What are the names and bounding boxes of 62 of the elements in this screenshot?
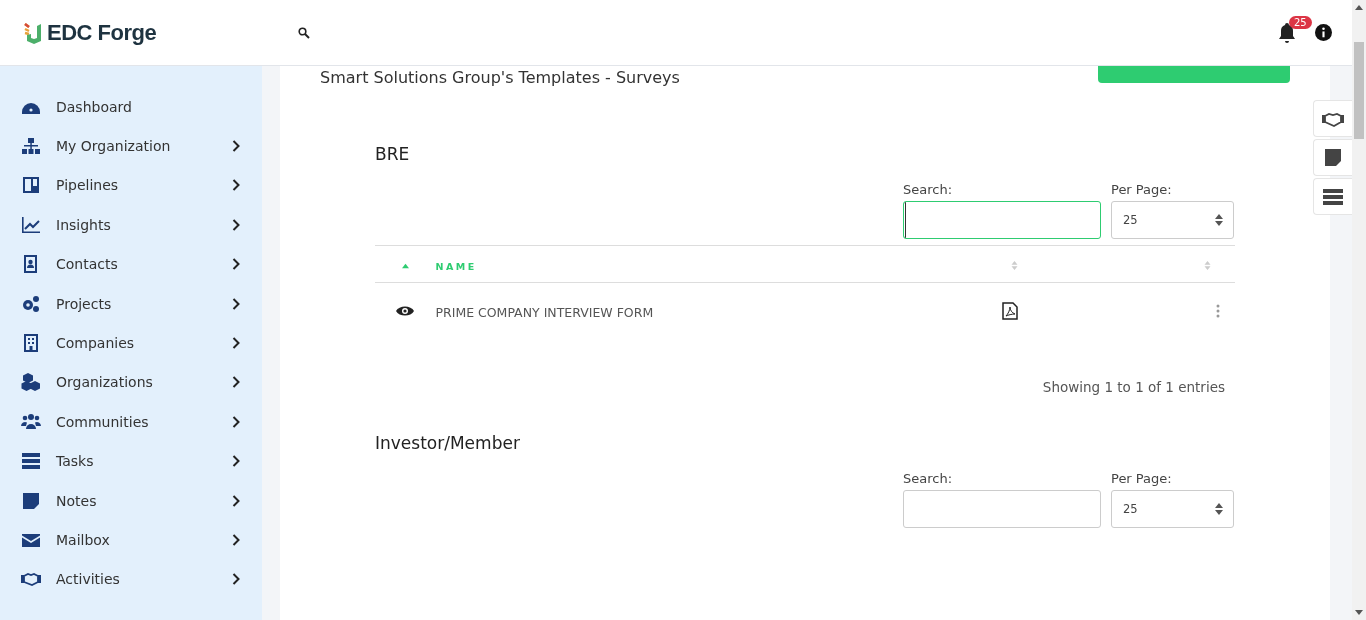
- sidebar-item[interactable]: Pipelines: [0, 165, 262, 206]
- sidebar-item[interactable]: Organizations: [0, 362, 262, 403]
- page-title: Smart Solutions Group's Templates - Surveys: [320, 68, 680, 87]
- handshake-icon[interactable]: [1313, 100, 1352, 137]
- template-name: PRIME COMPANY INTERVIEW FORM: [435, 282, 824, 341]
- search-label: Search:: [903, 182, 954, 197]
- sidebar-item[interactable]: My Organization: [0, 126, 262, 166]
- board-icon: [21, 175, 41, 196]
- note-icon: [21, 490, 41, 511]
- chevron-right-icon[interactable]: [232, 376, 240, 389]
- sidebar-item[interactable]: Projects: [0, 283, 262, 324]
- sidebar-item[interactable]: Contacts: [0, 244, 262, 284]
- more-options-icon[interactable]: [1216, 303, 1220, 318]
- scrollbar[interactable]: [1352, 0, 1366, 620]
- chevron-right-icon[interactable]: [232, 337, 240, 350]
- tasks-icon[interactable]: [1313, 178, 1352, 215]
- info-icon[interactable]: [1315, 24, 1332, 41]
- search-field[interactable]: [903, 490, 1101, 528]
- section-title: BRE: [375, 144, 411, 166]
- per-page-label: Per Page:: [1111, 182, 1173, 197]
- users-icon: [21, 411, 41, 432]
- sort-arrows-icon: [1215, 503, 1223, 515]
- per-page-label: Per Page:: [1111, 471, 1173, 486]
- search-field[interactable]: [903, 201, 1101, 239]
- sidebar-item[interactable]: Insights: [0, 205, 262, 245]
- chevron-right-icon[interactable]: [232, 415, 240, 428]
- chevron-right-icon[interactable]: [232, 455, 240, 468]
- search-icon[interactable]: [298, 26, 311, 39]
- per-page-select[interactable]: 25: [1111, 201, 1234, 239]
- scrollbar-thumb[interactable]: [1354, 42, 1364, 139]
- sort-arrows-icon: [1215, 214, 1223, 226]
- building-icon: [21, 333, 41, 354]
- chevron-right-icon[interactable]: [232, 534, 240, 546]
- chevron-right-icon[interactable]: [232, 573, 240, 586]
- notification-badge: 25: [1289, 15, 1312, 29]
- sitemap-icon: [21, 136, 41, 157]
- logo-icon: [24, 20, 44, 45]
- entries-info: Showing 1 to 1 of 1 entries: [1041, 379, 1226, 395]
- view-icon[interactable]: [396, 304, 415, 317]
- chevron-right-icon[interactable]: [232, 218, 240, 231]
- note-icon[interactable]: [1313, 139, 1352, 176]
- scroll-down-icon[interactable]: [1355, 610, 1363, 616]
- sidebar-item[interactable]: Activities: [0, 559, 262, 600]
- sidebar-item[interactable]: Notes: [0, 480, 262, 521]
- chevron-right-icon[interactable]: [232, 140, 240, 153]
- chevron-right-icon[interactable]: [232, 494, 240, 507]
- chevron-right-icon[interactable]: [232, 179, 240, 192]
- chevron-right-icon[interactable]: [232, 297, 240, 310]
- brand-name: EDC Forge: [47, 19, 157, 46]
- sidebar-item[interactable]: Communities: [0, 402, 262, 442]
- per-page-select[interactable]: 25: [1111, 490, 1234, 528]
- section-title: Investor/Member: [375, 433, 521, 455]
- chevron-right-icon[interactable]: [232, 258, 240, 271]
- pdf-icon[interactable]: [1001, 301, 1018, 320]
- sidebar-item[interactable]: Companies: [0, 323, 262, 363]
- search-label: Search:: [903, 471, 954, 486]
- sidebar-item[interactable]: Dashboard: [0, 87, 262, 127]
- chart-icon: [21, 214, 41, 235]
- tasks-icon: [21, 451, 41, 472]
- sidebar-item[interactable]: Mailbox: [0, 520, 262, 560]
- sidebar-item[interactable]: Tasks: [0, 441, 262, 481]
- scroll-up-icon[interactable]: [1355, 4, 1363, 10]
